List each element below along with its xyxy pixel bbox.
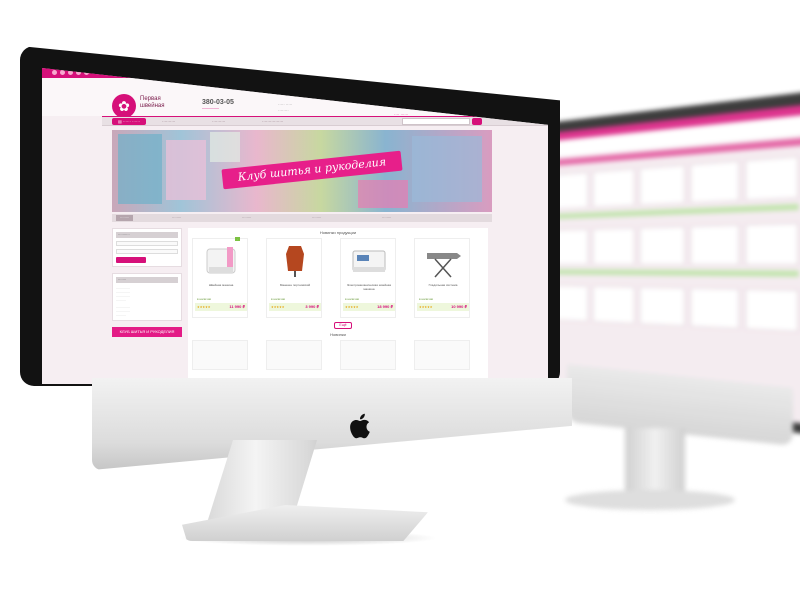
login-title: ··········: [116, 232, 178, 238]
background-monitor-stand: [625, 428, 685, 498]
product-availability: в наличии: [271, 297, 286, 301]
product-price-row: ★★★★★ 11 990 ₽: [195, 303, 247, 311]
sewing-machine-image: [206, 247, 236, 274]
banner-tab[interactable]: ········: [382, 215, 391, 221]
product-price: 18 990 ₽: [377, 304, 393, 309]
social-icon[interactable]: [60, 70, 65, 75]
product-card[interactable]: [266, 340, 322, 370]
product-availability: в наличии: [197, 297, 212, 301]
more-button[interactable]: Ещё: [334, 322, 352, 329]
sidebar: ·········· ······· ·············· ·······…: [112, 228, 182, 384]
nav-link[interactable]: ················: [262, 118, 283, 125]
product-price-row: ★★★★★ 3 990 ₽: [269, 303, 321, 311]
login-button[interactable]: [116, 257, 146, 263]
nav-link[interactable]: ··········: [212, 118, 225, 125]
rating-stars: ★★★★★: [197, 305, 211, 309]
catalog-button[interactable]: ▤ ······ ······: [112, 118, 146, 125]
nav-link[interactable]: ··········: [162, 118, 175, 125]
banner-tabs: ········ ········ ········ ········ ····…: [112, 214, 492, 222]
product-card[interactable]: [414, 340, 470, 370]
monitor-chin: [92, 378, 572, 470]
rating-stars: ★★★★★: [345, 305, 359, 309]
phone-sub: ──────: [202, 106, 220, 111]
electronic-sewing-machine-image: [352, 250, 386, 272]
product-price-row: ★★★★★ 18 990 ₽: [343, 303, 395, 311]
social-icon[interactable]: [52, 70, 57, 75]
product-name[interactable]: Швейная машина: [195, 283, 247, 287]
product-name[interactable]: Гладильная система: [417, 283, 469, 287]
search-input[interactable]: [402, 118, 470, 125]
product-price: 11 990 ₽: [229, 304, 245, 309]
product-badge: ·: [235, 237, 240, 241]
phone-block: 380-03-05 ──────: [202, 99, 234, 112]
hero-banner[interactable]: Клуб шитья и рукоделия: [112, 130, 492, 212]
banner-tab[interactable]: ········: [172, 215, 181, 221]
product-name[interactable]: Манекен портновский: [269, 283, 321, 287]
banner-tab[interactable]: ········: [242, 215, 251, 221]
news-box: ······· ·············· ·············· ····…: [112, 273, 182, 321]
section-title: Новинки продукции: [319, 230, 357, 235]
product-price: 10 990 ₽: [451, 304, 467, 309]
news-title: ·······: [116, 277, 178, 283]
product-card[interactable]: Гладильная система в наличии ★★★★★ 10 99…: [414, 238, 470, 318]
rating-stars: ★★★★★: [271, 305, 285, 309]
banner-tab[interactable]: ········: [116, 215, 134, 221]
section-title: Новинки: [330, 332, 346, 337]
password-field[interactable]: [116, 249, 178, 254]
sidebar-promo[interactable]: КЛУБ ШИТЬЯ И РУКОДЕЛИЯ: [112, 327, 182, 337]
product-card[interactable]: Манекен портновский в наличии ★★★★★ 3 99…: [266, 238, 322, 318]
login-box: ··········: [112, 228, 182, 267]
logo-icon[interactable]: ✿: [112, 94, 136, 118]
background-monitor-foot: [565, 490, 735, 510]
product-availability: в наличии: [419, 297, 434, 301]
contact-block: ····· ····· ········: [278, 102, 293, 113]
product-price: 3 990 ₽: [305, 304, 319, 309]
product-card[interactable]: · Швейная машина в наличии ★★★★★ 11 990 …: [192, 237, 248, 318]
product-availability: в наличии: [345, 297, 360, 301]
login-field[interactable]: [116, 241, 178, 246]
news-text: ·············· ·············· ············…: [116, 286, 130, 302]
product-card[interactable]: [192, 340, 248, 370]
content-area: Новинки продукции · Швейная машина в нал…: [188, 228, 488, 384]
product-card[interactable]: [340, 340, 396, 370]
banner-tab[interactable]: ········: [312, 215, 321, 221]
dress-form-image: [286, 246, 304, 277]
search-button[interactable]: [472, 118, 482, 125]
rating-stars: ★★★★★: [419, 305, 433, 309]
apple-logo-icon: [347, 412, 371, 444]
product-price-row: ★★★★★ 10 990 ₽: [417, 303, 469, 311]
logo-text[interactable]: Первая швейная: [140, 96, 180, 110]
product-card[interactable]: Электромеханическая швейная машина в нал…: [340, 238, 396, 318]
site-nav: ▤ ······ ······ ·········· ·········· ··…: [102, 116, 548, 126]
news-text: ·············· ·············· ··········: [116, 305, 130, 317]
ironing-board-image: [427, 253, 461, 278]
product-name[interactable]: Электромеханическая швейная машина: [343, 283, 395, 291]
